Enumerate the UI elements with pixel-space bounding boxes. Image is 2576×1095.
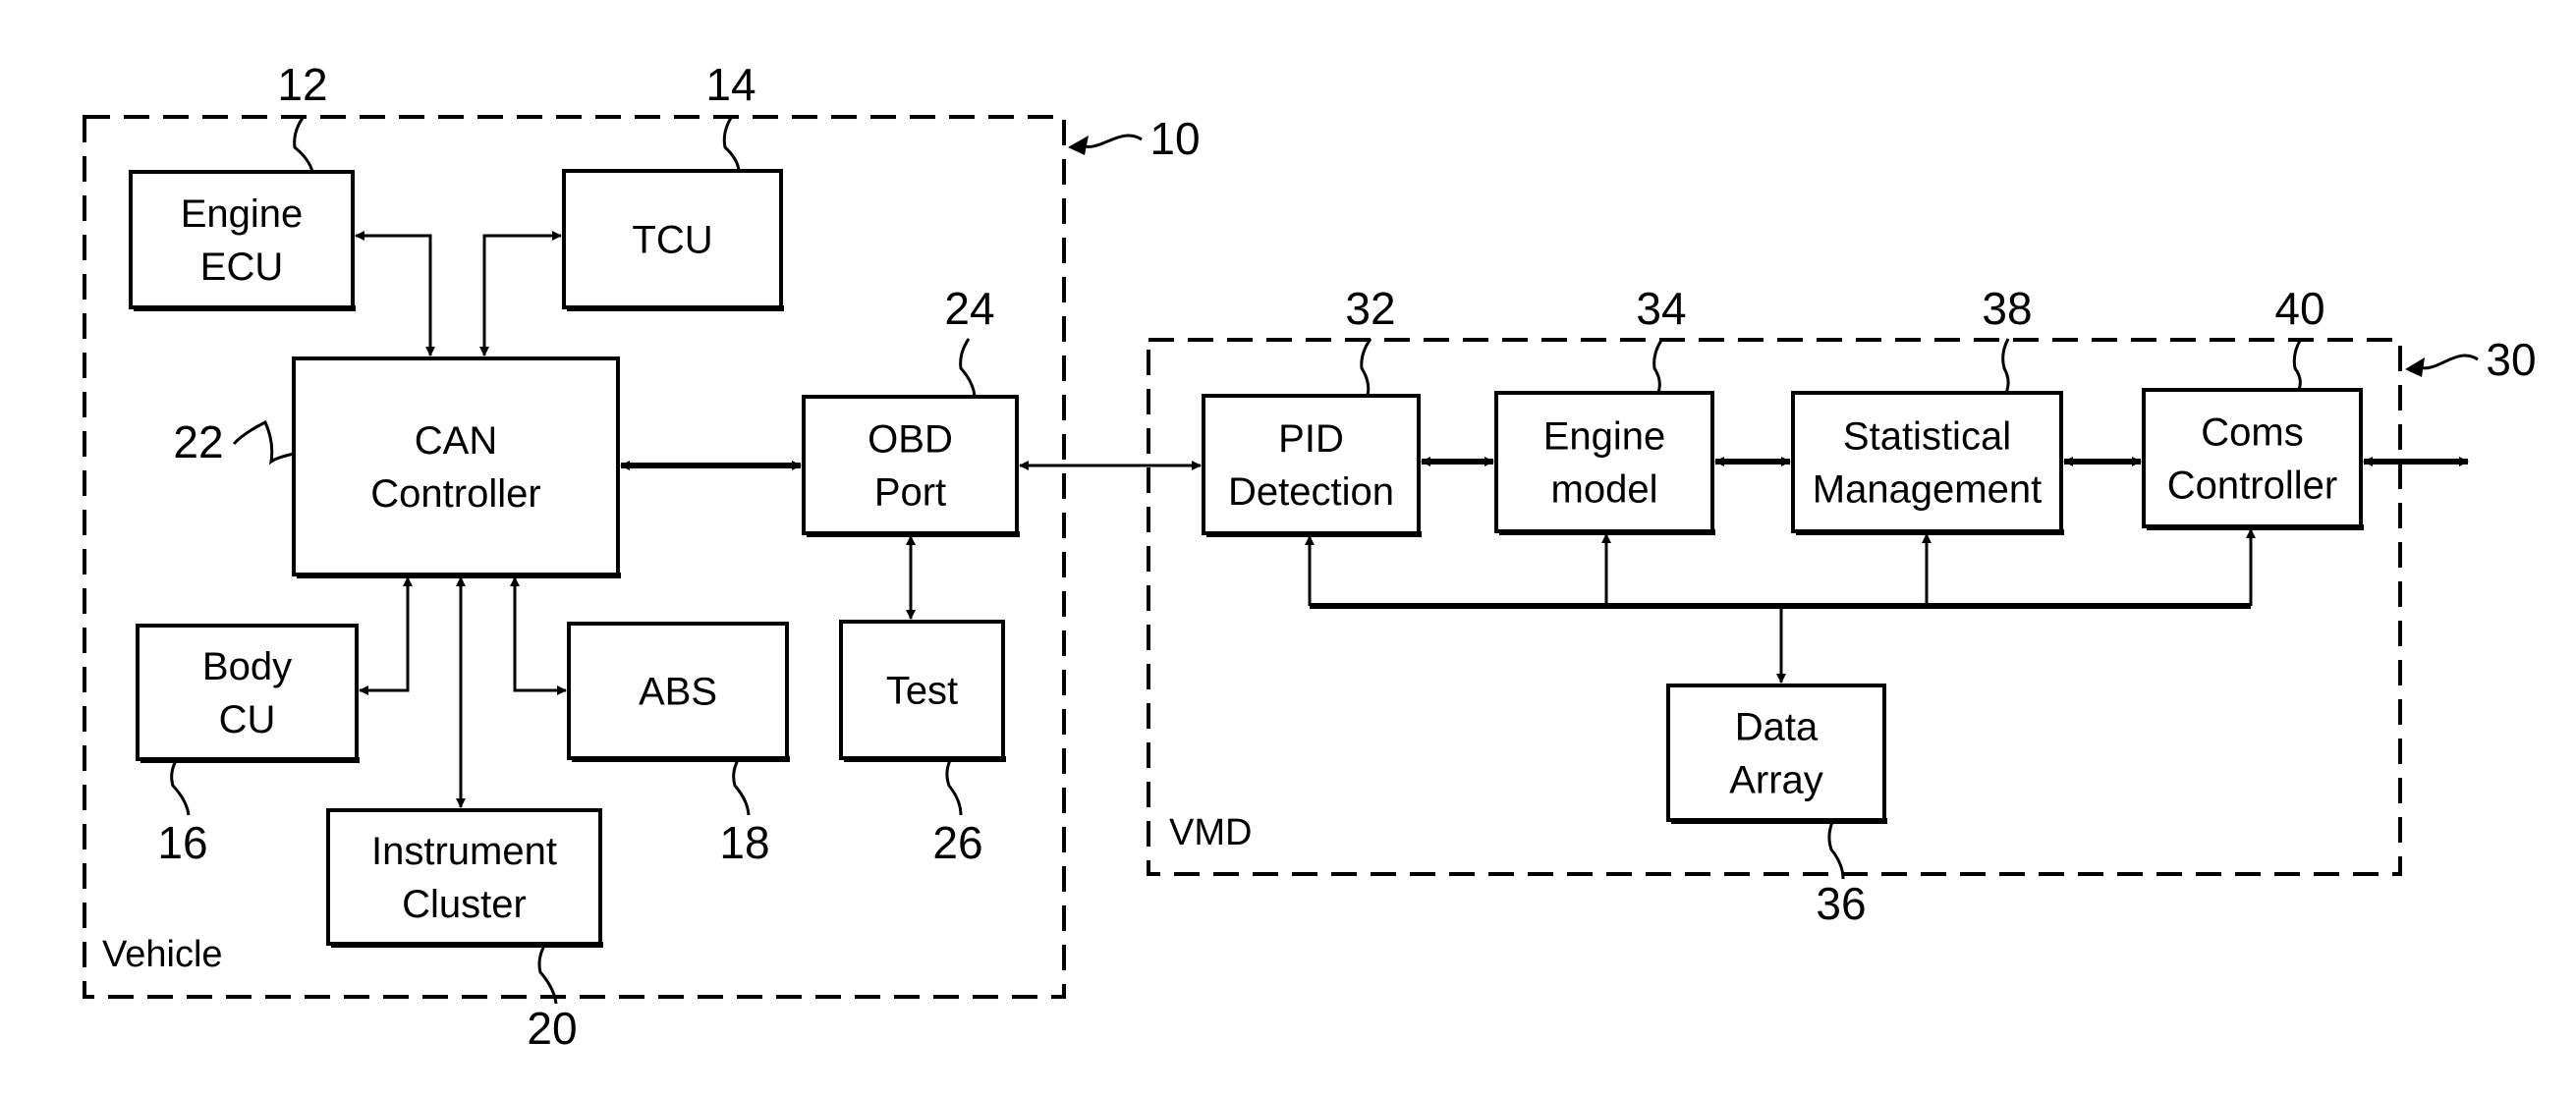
ref-30: 30 (2486, 334, 2536, 385)
block-body-cu: Body CU (136, 624, 360, 763)
ref-20-leader (537, 943, 558, 1005)
ref-22-leader (232, 419, 295, 465)
block-data-array: Data Array (1666, 684, 1887, 824)
block-label: CU (219, 698, 276, 741)
block-label: Test (886, 670, 958, 713)
conn-tcu-can (479, 231, 562, 356)
block-coms-controller: Coms Controller (2142, 388, 2364, 530)
block-label: Engine (1543, 415, 1666, 459)
ref-10: 10 (1149, 113, 1200, 164)
ref-34-leader (1652, 338, 1664, 394)
ref-26-leader (945, 757, 963, 816)
ref-10-leader (1080, 134, 1143, 148)
block-label: Engine (181, 192, 304, 236)
block-label: Management (1813, 468, 2042, 512)
block-label: PID (1278, 417, 1344, 461)
block-pid-detection: PID Detection (1202, 394, 1422, 537)
ref-24-leader (959, 338, 977, 398)
block-tcu: TCU (562, 169, 784, 311)
block-label: Statistical (1843, 415, 2011, 459)
ref-36-leader (1827, 819, 1845, 880)
block-can-controller: CAN Controller (292, 356, 621, 578)
block-label: model (1551, 468, 1658, 512)
block-instrument-cluster: Instrument Cluster (326, 808, 603, 948)
ref-36: 36 (1816, 878, 1866, 929)
block-label: Instrument (371, 830, 557, 873)
ref-30-arrow-icon (2405, 357, 2425, 377)
ref-22: 22 (173, 416, 223, 467)
conn-body-can (359, 576, 413, 695)
ref-30-leader (2418, 354, 2479, 370)
ref-24: 24 (944, 283, 994, 334)
ref-10-arrow-icon (1068, 136, 1089, 155)
block-label: Controller (370, 472, 540, 516)
ref-16-leader (170, 758, 191, 816)
block-obd-port: OBD Port (802, 395, 1020, 537)
block-abs: ABS (567, 622, 790, 762)
block-label: Data (1735, 706, 1819, 749)
block-label: Port (874, 471, 946, 515)
block-label: OBD (868, 418, 953, 462)
ref-14-leader (722, 117, 741, 172)
ref-38: 38 (1982, 283, 2032, 334)
ref-38-leader (2001, 338, 2010, 394)
ref-18: 18 (719, 817, 769, 868)
block-label: Body (202, 645, 292, 688)
block-engine-model: Engine model (1494, 391, 1715, 535)
ref-40-leader (2292, 338, 2303, 391)
block-engine-ecu: Engine ECU (129, 170, 356, 311)
block-label: TCU (632, 219, 712, 262)
vmd-label: VMD (1169, 812, 1252, 853)
vehicle-label: Vehicle (102, 934, 223, 975)
block-label: ABS (639, 671, 717, 714)
ref-18-leader (732, 757, 751, 816)
block-label: ECU (200, 246, 283, 289)
ref-26: 26 (932, 817, 982, 868)
ref-32: 32 (1345, 283, 1395, 334)
block-label: CAN (415, 419, 497, 463)
ref-20: 20 (527, 1003, 577, 1054)
ref-12-leader (293, 117, 314, 173)
conn-abs-can (510, 576, 567, 695)
block-label: Coms (2201, 411, 2303, 455)
ref-16: 16 (157, 817, 207, 868)
ref-34: 34 (1636, 283, 1686, 334)
block-frame (292, 356, 620, 576)
conn-ecu-can (355, 231, 435, 356)
ref-14: 14 (705, 59, 756, 110)
block-diagram: Vehicle 10 VMD 30 EngineECUTCUBodyCUABSI… (83, 59, 2537, 1054)
block-label: Controller (2167, 465, 2337, 508)
block-test: Test (839, 620, 1006, 762)
ref-32-leader (1360, 338, 1372, 397)
ref-12: 12 (277, 59, 327, 110)
block-label: Cluster (402, 883, 527, 926)
block-label: Detection (1228, 470, 1394, 514)
block-label: Array (1729, 759, 1823, 802)
block-statistical-management: Statistical Management (1791, 391, 2064, 535)
ref-40: 40 (2274, 283, 2324, 334)
